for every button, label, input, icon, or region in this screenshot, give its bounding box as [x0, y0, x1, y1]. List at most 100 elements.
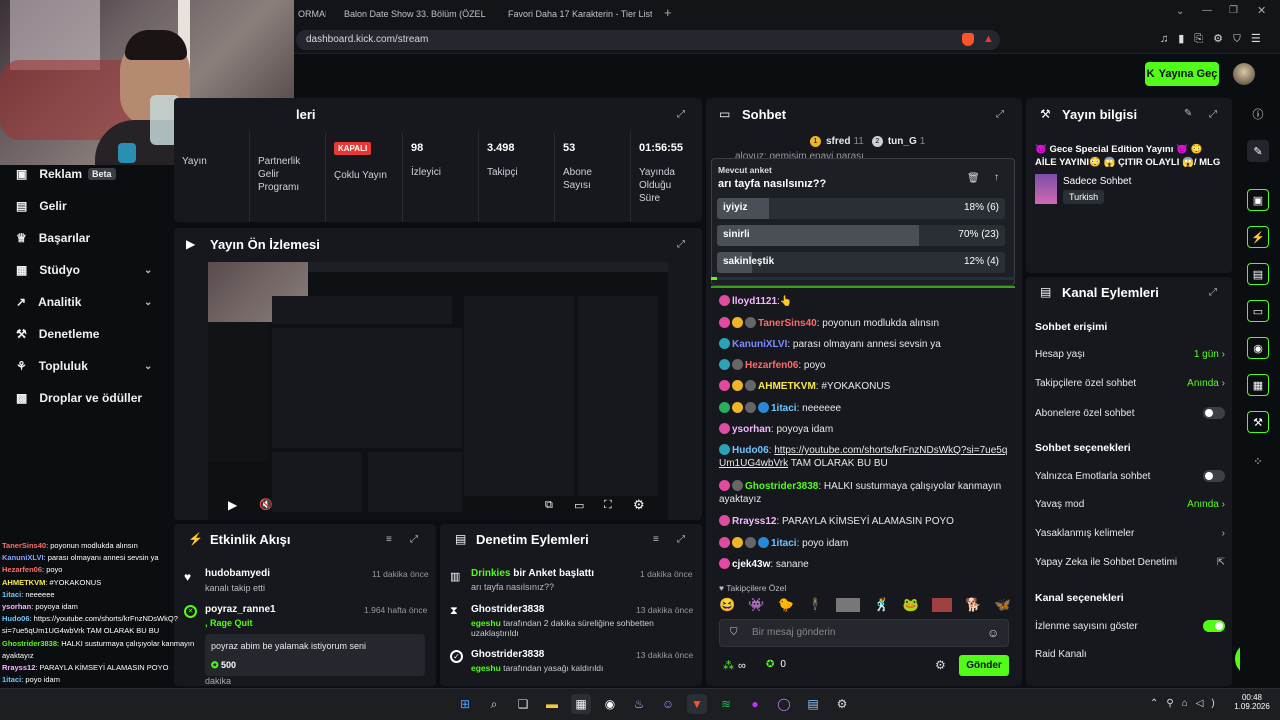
expand-icon[interactable]: ⤢: [1209, 287, 1217, 298]
expand-icon[interactable]: ⤢: [677, 109, 685, 120]
raid-row[interactable]: Raid Kanalı: [1035, 649, 1225, 660]
emote[interactable]: 😆: [719, 597, 735, 613]
send-button[interactable]: Gönder: [959, 655, 1009, 676]
sidebar-item-studyo[interactable]: ▦ Stüdyo ⌄: [16, 259, 161, 281]
poll-option[interactable]: iyiyiz 18% (6): [717, 198, 1005, 219]
task-view-icon[interactable]: ❏: [513, 694, 533, 714]
document-icon[interactable]: ▤: [1247, 263, 1269, 285]
shield-icon[interactable]: ⛉: [730, 627, 738, 638]
brave-icon[interactable]: ▼: [687, 694, 707, 714]
play-icon[interactable]: ▶: [228, 498, 237, 512]
chat-username[interactable]: 1itaci: [771, 403, 797, 414]
theater-icon[interactable]: ▭: [574, 499, 584, 512]
emote-only-toggle[interactable]: [1203, 470, 1225, 482]
record-icon[interactable]: ◉: [1247, 337, 1269, 359]
settings-icon[interactable]: ⚙: [633, 497, 645, 513]
lightning-icon[interactable]: ⚡: [1247, 226, 1269, 248]
account-age-row[interactable]: Hesap yaşı 1 gün ›: [1035, 349, 1225, 360]
category-name[interactable]: Sadece Sohbet: [1063, 176, 1131, 187]
category-thumbnail[interactable]: [1035, 174, 1057, 204]
steam-icon[interactable]: ♨: [629, 694, 649, 714]
mod-actor[interactable]: egeshu: [471, 618, 501, 628]
mod-user[interactable]: Ghostrider3838: [471, 649, 544, 660]
pip-icon[interactable]: ⧉: [545, 499, 553, 512]
search-icon[interactable]: ⌕: [484, 694, 504, 714]
emote[interactable]: 👾: [748, 597, 764, 613]
sidebar-item-reklam[interactable]: ▣ Reklam Beta: [16, 163, 116, 185]
settings-icon[interactable]: ⚙: [832, 694, 852, 714]
emote[interactable]: 🕴: [807, 597, 823, 613]
emote[interactable]: [836, 598, 861, 612]
sidebar-item-basarilar[interactable]: ♕ Başarılar: [16, 227, 90, 249]
emoji-icon[interactable]: ☺: [987, 626, 999, 640]
expand-icon[interactable]: ⤢: [1209, 109, 1217, 120]
chat-settings-icon[interactable]: ⚙: [935, 658, 946, 672]
gifter-item[interactable]: 1 sfred 11: [810, 136, 864, 147]
chat-icon[interactable]: ▭: [1247, 300, 1269, 322]
chat-username[interactable]: Ghostrider3838: [745, 481, 818, 492]
avatar[interactable]: [1233, 63, 1255, 85]
expand-icon[interactable]: ⤢: [996, 109, 1004, 120]
chat-username[interactable]: TanerSins40: [758, 318, 817, 329]
chat-username[interactable]: Hudo06: [732, 445, 769, 456]
fullscreen-icon[interactable]: ⛶: [604, 499, 612, 512]
tab-list-icon[interactable]: ⌄: [1176, 6, 1184, 17]
store-icon[interactable]: ▦: [571, 694, 591, 714]
mute-icon[interactable]: 🔇: [259, 498, 273, 511]
sidebar-item-topluluk[interactable]: ⚘ Topluluk ⌄: [16, 355, 161, 377]
sidebar-item-denetleme[interactable]: ⚒ Denetleme: [16, 323, 99, 345]
expand-icon[interactable]: ⤢: [677, 239, 685, 250]
notepad-icon[interactable]: ▤: [803, 694, 823, 714]
apps-icon[interactable]: ⁘: [1247, 450, 1269, 472]
expand-icon[interactable]: ⤢: [677, 534, 685, 545]
browser-tab[interactable]: Balon Date Show 33. Bölüm (ÖZEL E: [338, 4, 488, 24]
rewards-icon[interactable]: ▲: [983, 33, 994, 45]
poll-option[interactable]: sakinleştik 12% (4): [717, 252, 1005, 273]
discord-icon[interactable]: ☺: [658, 694, 678, 714]
new-tab-button[interactable]: +: [664, 5, 672, 20]
chat-username[interactable]: lloyd1121: [732, 296, 777, 307]
file-explorer-icon[interactable]: ▬: [542, 694, 562, 714]
minimize-icon[interactable]: —: [1202, 5, 1212, 16]
edit-icon[interactable]: ✎: [1184, 108, 1192, 119]
emote[interactable]: [932, 598, 953, 612]
stream-preview-video[interactable]: [208, 262, 668, 520]
filter-icon[interactable]: ≡: [653, 534, 659, 545]
browser-tab[interactable]: Favori Daha 17 Karakterin - Tier List |: [502, 4, 652, 24]
points-counter[interactable]: ⁂ ∞: [723, 659, 746, 673]
chat-username[interactable]: Rrayss12: [732, 516, 776, 527]
show-views-toggle[interactable]: [1203, 620, 1225, 632]
extension-icons[interactable]: ♫▮⎘⚙⛉☰: [1160, 32, 1271, 46]
spotify-icon[interactable]: ≋: [716, 694, 736, 714]
banned-words-row[interactable]: Yasaklanmış kelimeler ›: [1035, 528, 1225, 539]
mod-actor[interactable]: egeshu: [471, 663, 501, 673]
edit-icon[interactable]: ✎: [1247, 140, 1269, 162]
subs-chat-toggle[interactable]: [1203, 407, 1225, 419]
chat-username[interactable]: KanuniXLVI: [732, 339, 787, 350]
arrow-up-icon[interactable]: ↑: [994, 172, 999, 183]
mod-user[interactable]: Ghostrider3838: [471, 604, 544, 615]
mod-user[interactable]: Drinkies: [471, 568, 510, 579]
close-icon[interactable]: ✕: [1257, 4, 1266, 17]
emote[interactable]: 🕺: [874, 597, 890, 613]
activity-user[interactable]: poyraz_ranne1: [205, 604, 276, 615]
chat-username[interactable]: Hezarfen06: [745, 360, 798, 371]
channel-icon[interactable]: ▦: [1247, 374, 1269, 396]
windows-start-icon[interactable]: ⊞: [455, 694, 475, 714]
emote[interactable]: 🦋: [995, 597, 1011, 613]
sidebar-item-droplar[interactable]: ▩ Droplar ve ödüller: [16, 387, 142, 409]
chat-username[interactable]: ysorhan: [732, 424, 771, 435]
preview-toggle-icon[interactable]: ▣: [1247, 189, 1269, 211]
brave-shield-icon[interactable]: [962, 33, 974, 46]
maximize-icon[interactable]: ❐: [1229, 5, 1238, 16]
obs-icon[interactable]: ●: [745, 694, 765, 714]
emote[interactable]: 🐸: [903, 597, 919, 613]
emote[interactable]: 🐤: [778, 597, 794, 613]
activity-user[interactable]: hudobamyedi: [205, 568, 270, 579]
chrome-icon[interactable]: ◉: [600, 694, 620, 714]
trash-icon[interactable]: 🗑: [967, 173, 980, 184]
go-live-button[interactable]: K Yayına Geç: [1145, 62, 1219, 86]
system-tray-icons[interactable]: ⌃⚲⌂◁): [1150, 698, 1223, 709]
gifter-item[interactable]: 2 tun_G 1: [871, 136, 925, 147]
filter-icon[interactable]: ≡: [386, 534, 392, 545]
